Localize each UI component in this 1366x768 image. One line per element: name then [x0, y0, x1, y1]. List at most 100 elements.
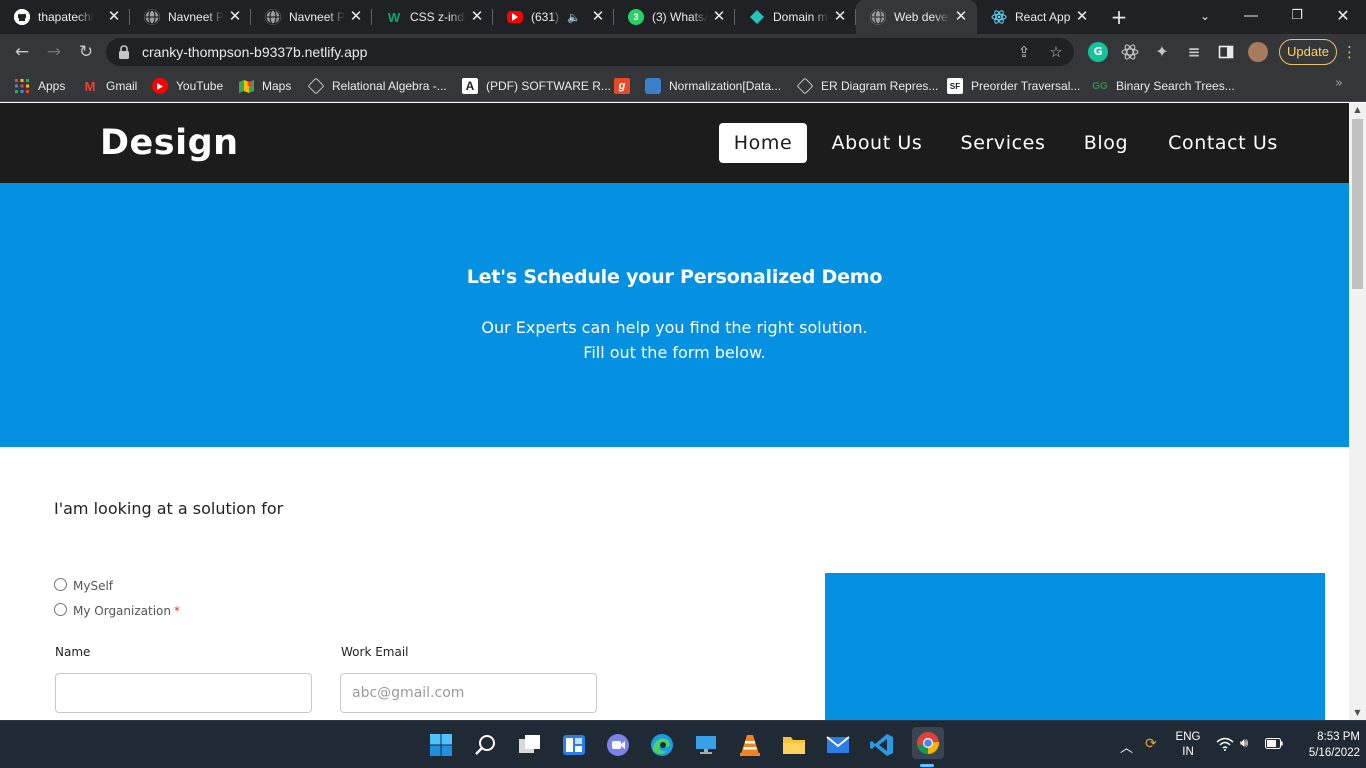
media-queue-icon[interactable]: ≡ [1184, 42, 1204, 62]
remote-desktop-icon[interactable] [692, 731, 720, 759]
close-icon[interactable]: ✕ [106, 9, 122, 25]
more-menu-icon[interactable]: ⋮ [1342, 42, 1357, 62]
tab-react-app[interactable]: React App ✕ [977, 0, 1098, 34]
nav-blog[interactable]: Blog [1070, 123, 1142, 163]
tab-navneet-portfolio-2[interactable]: Navneet Portfolio ✕ [251, 0, 372, 34]
new-tab-button[interactable]: + [1108, 6, 1130, 28]
tab-whatsapp[interactable]: 3 (3) WhatsApp ✕ [614, 0, 735, 34]
search-icon[interactable] [472, 731, 500, 759]
bookmark-gmail[interactable]: M Gmail [82, 76, 138, 96]
site-logo[interactable]: Design [100, 123, 239, 163]
bookmark-youtube[interactable]: YouTube [152, 76, 223, 96]
globe-icon [870, 9, 886, 25]
tab-title: (631) JavaScript [531, 10, 561, 24]
reload-icon[interactable]: ↻ [74, 40, 98, 64]
gmail-icon: M [84, 78, 96, 94]
tray-chevron-icon[interactable]: ︿ [1120, 737, 1133, 756]
nav-home[interactable]: Home [719, 123, 807, 163]
tab-domain-management[interactable]: Domain management ✕ [735, 0, 856, 34]
tab-search-chevron-icon[interactable]: ⌄ [1182, 0, 1228, 34]
work-email-label: Work Email [341, 645, 409, 659]
scrollbar-thumb[interactable] [1352, 119, 1363, 289]
work-email-input[interactable]: abc@gmail.com [340, 673, 597, 713]
bookmark-gfg[interactable]: g [614, 76, 638, 96]
battery-icon[interactable] [1265, 738, 1283, 752]
chrome-icon[interactable] [912, 727, 944, 759]
widgets-icon[interactable] [560, 731, 588, 759]
radio-myself[interactable] [54, 577, 67, 591]
windows-start-icon[interactable] [427, 731, 455, 759]
bookmark-normalization[interactable]: Normalization[Data... [645, 76, 781, 96]
gfg-icon: g [614, 78, 630, 94]
bookmark-pdf-software[interactable]: A (PDF) SOFTWARE R... [462, 76, 611, 96]
address-bar[interactable]: cranky-thompson-b9337b.netlify.app ⇪ ☆ [106, 38, 1074, 66]
close-icon[interactable]: ✕ [953, 9, 969, 25]
grammarly-icon[interactable]: G [1088, 42, 1108, 62]
tab-youtube-playing[interactable]: (631) JavaScript 🔈 ✕ [493, 0, 614, 34]
wifi-icon[interactable] [1216, 737, 1234, 754]
close-icon[interactable]: ✕ [469, 9, 485, 25]
tab-title: React App [1015, 10, 1071, 24]
url-text[interactable]: cranky-thompson-b9337b.netlify.app [142, 44, 367, 60]
forward-arrow-icon[interactable]: → [42, 40, 66, 64]
region-code: IN [1182, 746, 1194, 758]
react-devtools-icon[interactable] [1120, 42, 1140, 62]
bookmark-bst[interactable]: GG Binary Search Trees... [1092, 76, 1235, 96]
bookmark-apps[interactable]: Apps [14, 76, 65, 96]
window-close-icon[interactable]: ✕ [1320, 0, 1366, 34]
bookmark-preorder[interactable]: SF Preorder Traversal... [947, 76, 1080, 96]
nav-services[interactable]: Services [946, 123, 1060, 163]
file-explorer-icon[interactable] [780, 731, 808, 759]
tab-web-development[interactable]: Web development ✕ [856, 0, 977, 34]
tab-thapatechnical[interactable]: thapatechnical ✕ [0, 0, 130, 34]
vlc-icon[interactable] [736, 731, 764, 759]
profile-avatar[interactable] [1248, 42, 1268, 62]
side-panel-icon[interactable] [1216, 42, 1236, 62]
close-icon[interactable]: ✕ [1074, 9, 1090, 25]
name-input[interactable] [55, 673, 312, 713]
scroll-down-icon[interactable]: ▼ [1349, 706, 1366, 720]
sync-icon[interactable]: ⟳ [1145, 735, 1157, 752]
bookmark-star-icon[interactable]: ☆ [1046, 42, 1066, 62]
sf-icon: SF [947, 78, 963, 94]
nav-about-us[interactable]: About Us [818, 123, 936, 163]
volume-icon[interactable]: 🔊︎ [1240, 735, 1248, 751]
close-icon[interactable]: ✕ [711, 9, 727, 25]
minimize-icon[interactable]: ― [1228, 0, 1274, 34]
update-button[interactable]: Update [1279, 39, 1337, 65]
share-icon[interactable]: ⇪ [1014, 42, 1034, 62]
teams-chat-icon[interactable] [604, 731, 632, 759]
bookmark-maps[interactable]: Maps [238, 76, 291, 96]
language-indicator[interactable]: ENG IN [1172, 730, 1204, 760]
option-myself[interactable]: MySelf [54, 577, 113, 595]
close-icon[interactable]: ✕ [348, 9, 364, 25]
tab-css-zindex[interactable]: W CSS z-index ✕ [372, 0, 493, 34]
tab-navneet-portfolio-1[interactable]: Navneet Portfolio ✕ [130, 0, 251, 34]
bookmark-relational-algebra[interactable]: Relational Algebra -... [307, 76, 447, 96]
close-icon[interactable]: ✕ [832, 9, 848, 25]
close-icon[interactable]: ✕ [590, 9, 606, 25]
speaker-icon[interactable]: 🔈 [567, 11, 581, 24]
clock[interactable]: 8:53 PM 5/16/2022 [1290, 729, 1360, 761]
geeks-icon [796, 77, 814, 95]
mail-icon[interactable] [824, 731, 852, 759]
radio-my-organization[interactable] [54, 602, 67, 616]
bookmark-er-diagram[interactable]: ER Diagram Repres... [796, 76, 939, 96]
page-scrollbar[interactable]: ▲ ▼ [1349, 103, 1366, 720]
browser-tab-strip: thapatechnical ✕ Navneet Portfolio ✕ Nav… [0, 0, 1366, 34]
edge-icon[interactable] [648, 731, 676, 759]
react-icon [991, 9, 1007, 25]
bookmark-label: ER Diagram Repres... [821, 79, 939, 93]
lock-icon[interactable] [118, 44, 130, 63]
bookmarks-overflow-icon[interactable]: » [1335, 76, 1343, 91]
tab-title: Navneet Portfolio [168, 10, 224, 24]
option-my-organization[interactable]: My Organization * [54, 602, 180, 620]
back-arrow-icon[interactable]: ← [10, 40, 34, 64]
extensions-puzzle-icon[interactable]: ✦ [1152, 42, 1172, 62]
task-view-icon[interactable] [516, 731, 544, 759]
scroll-up-icon[interactable]: ▲ [1349, 103, 1366, 117]
close-icon[interactable]: ✕ [227, 9, 243, 25]
restore-icon[interactable]: ❐ [1274, 0, 1320, 34]
vscode-icon[interactable] [868, 731, 896, 759]
nav-contact-us[interactable]: Contact Us [1152, 123, 1294, 163]
